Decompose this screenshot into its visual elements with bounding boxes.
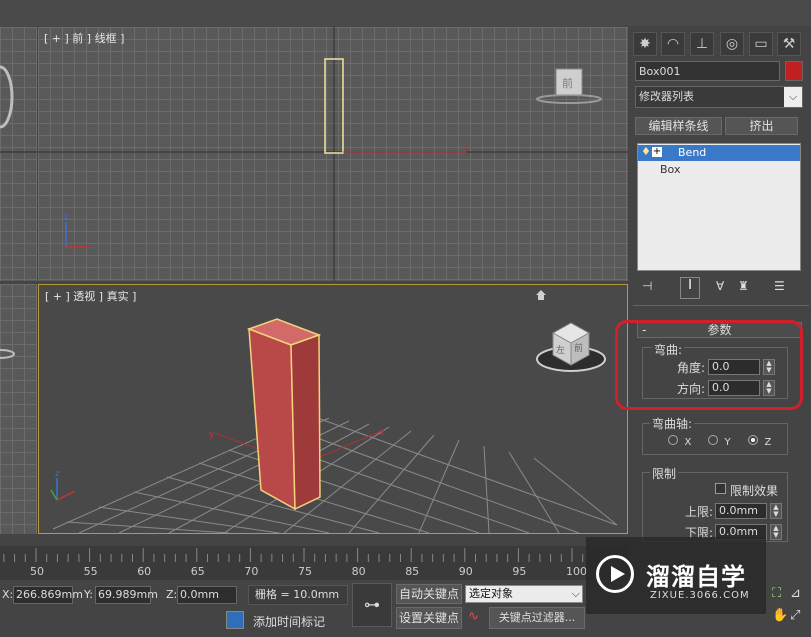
limit-group-label: 限制 (650, 465, 679, 482)
upper-limit-spinner-arrows[interactable]: ▲ ▼ (770, 503, 782, 519)
add-time-tag-label[interactable]: 添加时间标记 (253, 613, 325, 630)
y-coord-field[interactable]: 69.989mm (95, 586, 158, 604)
create-tab-icon[interactable]: ✸ (633, 32, 657, 56)
key-filter-curve-icon: ∿ (468, 609, 479, 624)
lightbulb-icon[interactable]: ♦ (641, 145, 651, 158)
viewcube-front-icon[interactable]: 前 (534, 65, 604, 109)
key-icon[interactable]: ⊶ (352, 583, 392, 627)
make-unique-icon[interactable]: ∀ (716, 279, 724, 293)
grid-size-display: 栅格 = 10.0mm (248, 585, 348, 605)
x-coord-field[interactable]: 266.869mm (13, 586, 83, 604)
extrude-button[interactable]: 挤出 (725, 117, 798, 135)
divider (633, 305, 809, 306)
timeline-tick-label: 55 (83, 565, 98, 578)
viewcube-persp-icon[interactable]: 左 前 (533, 315, 609, 377)
svg-text:z: z (64, 212, 68, 221)
timeline-tick-label: 85 (405, 565, 420, 578)
chevron-down-icon[interactable]: ⌵ (572, 586, 580, 602)
object-name-field[interactable]: Box001 (635, 61, 780, 81)
viewport-left-bottom[interactable] (0, 284, 37, 534)
viewcube-front-face: 前 (562, 77, 573, 90)
timeline-tick-label: 70 (244, 565, 259, 578)
motion-tab-icon[interactable]: ◎ (720, 32, 744, 56)
highlight-annotation (615, 320, 803, 410)
upper-limit-input[interactable]: 0.0mm (715, 503, 767, 519)
svg-text:y: y (209, 430, 215, 440)
watermark: 溜溜自学 ZIXUE.3066.COM (586, 537, 766, 614)
modifier-list-dropdown[interactable]: 修改器列表 ⌵ (635, 86, 803, 108)
remove-modifier-icon[interactable]: ♜ (738, 279, 749, 293)
partial-object-icon (0, 65, 37, 153)
limit-effect-checkbox[interactable] (715, 483, 726, 494)
chevron-down-icon[interactable]: ⌵ (784, 87, 802, 107)
timeline-tick-label: 50 (30, 565, 44, 578)
perspective-grid (52, 414, 618, 533)
utilities-tab-icon[interactable]: ⚒ (777, 32, 801, 56)
timeline-tick-label: 90 (458, 565, 473, 578)
set-key-button[interactable]: 设置关键点 (396, 607, 462, 629)
field-of-view-icon[interactable]: ⊿ (790, 586, 801, 601)
lower-limit-spinner-arrows[interactable]: ▲ ▼ (770, 524, 782, 540)
timeline-tick-label: 75 (298, 565, 312, 578)
axis-y-radio[interactable]: Y (708, 435, 731, 448)
show-end-result-icon[interactable]: I (680, 277, 700, 299)
axis-x-radio[interactable]: X (668, 435, 691, 448)
stack-item-bend[interactable]: ♦ + Bend (638, 145, 800, 161)
watermark-url: ZIXUE.3066.COM (650, 590, 750, 601)
command-panel: ✸ ◠ ⊥ ◎ ▭ ⚒ Box001 修改器列表 ⌵ 编辑样条线 挤出 ♦ + … (615, 27, 811, 542)
stack-toolbar: ⊣ I ∀ ♜ ☰ (642, 277, 802, 299)
pan-icon[interactable]: ✋ (772, 608, 788, 623)
viewport-nav-controls[interactable]: ⛶ ⊿ ✋ ⤢ (770, 582, 811, 632)
top-toolbar-strip (0, 0, 811, 26)
upper-limit-label: 上限: (685, 505, 714, 519)
viewport-top-left[interactable] (0, 27, 37, 281)
timeline-ruler (3, 548, 584, 562)
timeline-tick-label: 60 (137, 565, 152, 578)
watermark-brand: 溜溜自学 (646, 563, 746, 591)
timeline-tick-label: 80 (351, 565, 366, 578)
edit-spline-button[interactable]: 编辑样条线 (635, 117, 722, 135)
viewport-perspective[interactable]: [ + ] 透视 ] 真实 ] y x z 左 前 (38, 284, 628, 534)
zoom-extents-icon[interactable]: ⛶ (772, 586, 781, 601)
svg-text:x: x (379, 428, 385, 438)
modifier-stack[interactable]: ♦ + Bend Box (637, 143, 801, 271)
modify-tab-icon[interactable]: ◠ (661, 32, 685, 56)
object-color-swatch[interactable] (785, 61, 803, 81)
svg-text:z: z (55, 469, 59, 478)
stack-item-box[interactable]: Box (660, 163, 680, 176)
key-mode-value: 选定对象 (469, 587, 513, 600)
home-icon[interactable] (535, 289, 547, 301)
orbit-icon[interactable]: ⤢ (790, 608, 800, 623)
z-coord-field[interactable]: 0.0mm (177, 586, 237, 604)
stack-item-bend-label: Bend (678, 146, 707, 159)
time-tag-icon[interactable] (226, 611, 244, 629)
hierarchy-tab-icon[interactable]: ⊥ (690, 32, 714, 56)
play-logo-icon (596, 555, 634, 593)
modifier-list-label: 修改器列表 (639, 90, 694, 103)
viewport-front[interactable]: [ + ] 前 ] 线框 ] z 前 (38, 27, 628, 281)
key-mode-dropdown[interactable]: 选定对象 ⌵ (465, 585, 583, 603)
z-coord-label: Z: (166, 588, 178, 601)
viewcube-left-face: 左 (556, 346, 566, 356)
timeline-tick-label: 95 (512, 565, 527, 578)
expand-plus-icon[interactable]: + (652, 147, 662, 157)
auto-key-button[interactable]: 自动关键点 (396, 584, 462, 604)
axis-tripod-front-icon: z (64, 212, 90, 248)
axis-tripod-persp-icon: z (50, 469, 76, 501)
partial-ring-icon (0, 349, 15, 359)
y-coord-label: Y: (84, 588, 93, 601)
box-object-perspective (246, 318, 322, 511)
key-filters-button[interactable]: 关键点过滤器... (489, 607, 585, 629)
timeline-tick-label: 100 (566, 565, 587, 578)
bend-axis-label: 弯曲轴: (650, 415, 695, 432)
limit-effect-label: 限制效果 (730, 484, 779, 498)
display-tab-icon[interactable]: ▭ (749, 32, 773, 56)
x-coord-label: X: (2, 588, 14, 601)
configure-sets-icon[interactable]: ☰ (774, 279, 785, 293)
axis-z-radio[interactable]: Z (748, 435, 771, 448)
viewcube-front-face-persp: 前 (574, 344, 584, 354)
pin-stack-icon[interactable]: ⊣ (642, 279, 652, 293)
timeline-tick-label: 65 (190, 565, 205, 578)
